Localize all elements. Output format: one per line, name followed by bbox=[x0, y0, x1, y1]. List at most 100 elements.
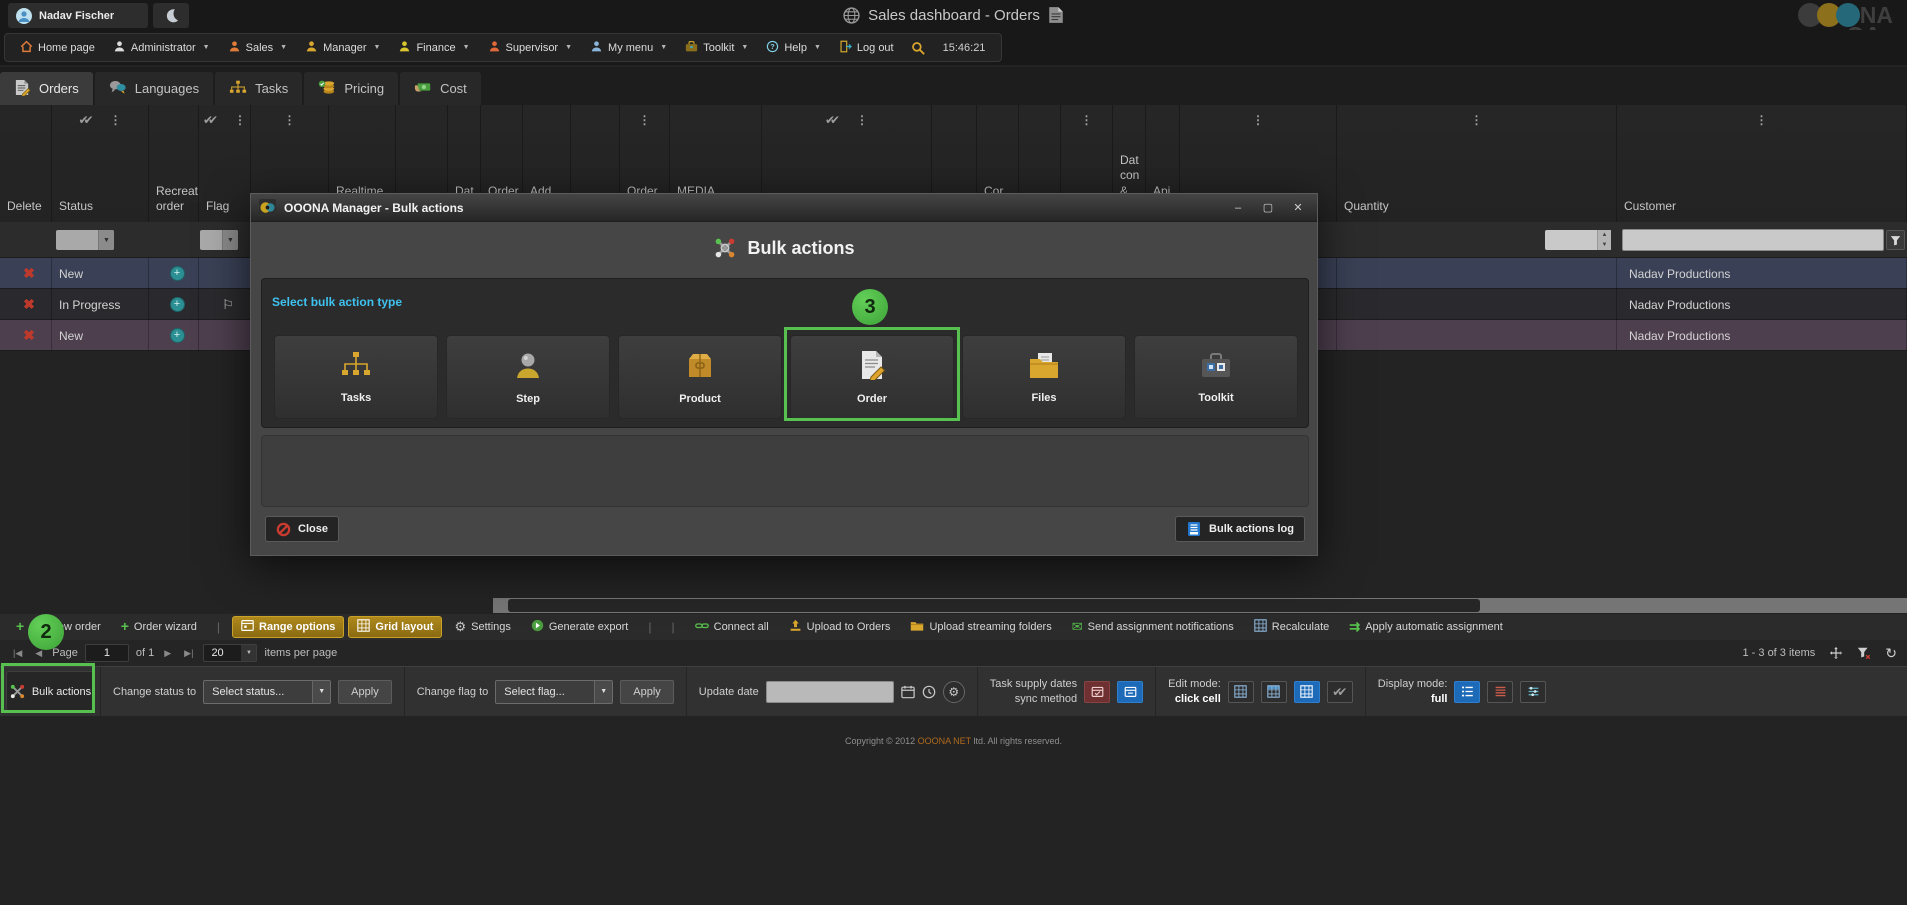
spin-down-icon[interactable]: ▼ bbox=[1598, 240, 1611, 250]
bulk-action-tile-product[interactable]: Product bbox=[618, 335, 782, 419]
edit-mode-grid-button-2[interactable] bbox=[1261, 681, 1287, 703]
sync-method-auto-button[interactable] bbox=[1117, 681, 1143, 703]
column-menu-icon[interactable]: ⋮ bbox=[639, 113, 651, 127]
delete-row-icon[interactable]: ✖ bbox=[23, 265, 35, 282]
dialog-title-bar[interactable]: OOONA Manager - Bulk actions – ▢ ✕ bbox=[251, 194, 1317, 222]
toolbar-recalculate-button[interactable]: Recalculate bbox=[1246, 617, 1337, 637]
apply-status-button[interactable]: Apply bbox=[338, 680, 392, 704]
calendar-icon[interactable] bbox=[901, 685, 915, 699]
clear-filters-icon[interactable] bbox=[1857, 646, 1871, 660]
last-page-button[interactable]: ▶| bbox=[181, 648, 196, 659]
toolbar-upload-to-orders-button[interactable]: Upload to Orders bbox=[781, 617, 899, 637]
toolbar-send-assignment-notifications-button[interactable]: ✉Send assignment notifications bbox=[1064, 617, 1242, 637]
bulk-actions-button[interactable]: Bulk actions bbox=[6, 671, 94, 713]
search-icon[interactable] bbox=[903, 41, 933, 55]
menu-item-log-out[interactable]: Log out bbox=[830, 34, 903, 61]
toolbar-generate-export-button[interactable]: Generate export bbox=[523, 617, 637, 637]
orders-doc-icon[interactable] bbox=[1048, 6, 1064, 24]
update-date-input[interactable] bbox=[766, 681, 894, 703]
column-menu-icon[interactable]: ⋮ bbox=[1252, 113, 1264, 127]
select-status-dropdown[interactable]: Select status... ▼ bbox=[203, 680, 331, 704]
page-number-input[interactable] bbox=[85, 644, 129, 662]
bulk-actions-log-button[interactable]: Bulk actions log bbox=[1175, 516, 1305, 542]
bulk-action-tile-files[interactable]: Files bbox=[962, 335, 1126, 419]
bulk-action-tile-toolkit[interactable]: Toolkit bbox=[1134, 335, 1298, 419]
recreate-order-icon[interactable]: + bbox=[170, 297, 185, 312]
refresh-icon[interactable]: ↻ bbox=[1885, 645, 1897, 662]
column-menu-icon[interactable]: ⋮ bbox=[1756, 113, 1768, 127]
delete-row-icon[interactable]: ✖ bbox=[23, 327, 35, 344]
menu-item-my-menu[interactable]: My menu▼ bbox=[581, 34, 676, 61]
customer-filter-funnel-button[interactable] bbox=[1886, 230, 1905, 250]
menu-item-help[interactable]: ?Help▼ bbox=[757, 34, 830, 61]
spin-up-icon[interactable]: ▲ bbox=[1598, 230, 1611, 240]
items-per-page-dropdown[interactable]: 20 ▼ bbox=[203, 644, 257, 662]
column-header-flag[interactable]: ✔✔⋮Flag bbox=[199, 105, 251, 222]
date-settings-gear-icon[interactable]: ⚙ bbox=[943, 681, 965, 703]
pan-icon[interactable] bbox=[1829, 646, 1843, 660]
tab-orders[interactable]: Orders bbox=[0, 72, 93, 105]
clock-icon[interactable] bbox=[922, 685, 936, 699]
display-mode-split-button[interactable] bbox=[1520, 681, 1546, 703]
edit-mode-confirm-button[interactable]: ✔✔ bbox=[1327, 681, 1353, 703]
prev-page-button[interactable]: ◀ bbox=[32, 648, 45, 659]
display-mode-full-button[interactable] bbox=[1454, 681, 1480, 703]
display-mode-compact-button[interactable] bbox=[1487, 681, 1513, 703]
flag-filter-dropdown[interactable]: ▼ bbox=[200, 230, 238, 250]
toolbar-add-new-order-button[interactable]: +Add new order bbox=[8, 619, 109, 636]
menu-item-manager[interactable]: Manager▼ bbox=[296, 34, 389, 61]
bulk-action-tile-tasks[interactable]: Tasks bbox=[274, 335, 438, 419]
tab-languages[interactable]: Languages bbox=[95, 72, 213, 105]
menu-item-supervisor[interactable]: Supervisor▼ bbox=[479, 34, 582, 61]
recreate-order-icon[interactable]: + bbox=[170, 266, 185, 281]
column-header-recreat[interactable]: Recreat order bbox=[149, 105, 199, 222]
menu-item-home-page[interactable]: Home page bbox=[11, 34, 104, 61]
maximize-button[interactable]: ▢ bbox=[1257, 198, 1279, 218]
column-header-delete[interactable]: Delete bbox=[0, 105, 52, 222]
toolbar-grid-layout-button[interactable]: Grid layout bbox=[348, 616, 442, 638]
column-menu-icon[interactable]: ⋮ bbox=[234, 113, 246, 127]
menu-item-administrator[interactable]: Administrator▼ bbox=[104, 34, 219, 61]
sync-method-manual-button[interactable] bbox=[1084, 681, 1110, 703]
column-menu-icon[interactable]: ⋮ bbox=[1471, 113, 1483, 127]
column-header-quantity[interactable]: ⋮Quantity bbox=[1337, 105, 1617, 222]
toolbar-upload-streaming-folders-button[interactable]: Upload streaming folders bbox=[902, 618, 1059, 637]
apply-flag-button[interactable]: Apply bbox=[620, 680, 674, 704]
menu-item-finance[interactable]: Finance▼ bbox=[389, 34, 478, 61]
tab-pricing[interactable]: Pricing bbox=[304, 72, 398, 105]
tab-cost[interactable]: Cost bbox=[400, 72, 481, 105]
toolbar-apply-automatic-assignment-button[interactable]: ⇉Apply automatic assignment bbox=[1341, 617, 1510, 637]
menu-item-toolkit[interactable]: Toolkit▼ bbox=[676, 34, 757, 61]
quantity-filter-spinner[interactable]: ▲▼ bbox=[1545, 230, 1611, 250]
footer-brand-link[interactable]: OOONA NET bbox=[918, 736, 971, 746]
first-page-button[interactable]: |◀ bbox=[10, 648, 25, 659]
edit-mode-click-cell-button[interactable] bbox=[1294, 681, 1320, 703]
column-menu-icon[interactable]: ⋮ bbox=[856, 113, 868, 127]
delete-row-icon[interactable]: ✖ bbox=[23, 296, 35, 313]
column-menu-icon[interactable]: ⋮ bbox=[284, 113, 296, 127]
flag-icon[interactable]: ⚐ bbox=[222, 297, 234, 313]
select-all-check-icon[interactable]: ✔✔ bbox=[825, 113, 840, 127]
recreate-order-icon[interactable]: + bbox=[170, 328, 185, 343]
customer-filter-input[interactable] bbox=[1622, 229, 1884, 251]
menu-item-sales[interactable]: Sales▼ bbox=[219, 34, 296, 61]
status-filter-dropdown[interactable]: ▼ bbox=[56, 230, 114, 250]
column-header-status[interactable]: ✔✔⋮Status bbox=[52, 105, 149, 222]
toolbar-settings-button[interactable]: ⚙Settings bbox=[446, 617, 518, 637]
column-menu-icon[interactable]: ⋮ bbox=[1081, 113, 1093, 127]
toolbar-connect-all-button[interactable]: Connect all bbox=[687, 617, 777, 637]
select-flag-dropdown[interactable]: Select flag... ▼ bbox=[495, 680, 613, 704]
select-all-check-icon[interactable]: ✔✔ bbox=[78, 113, 93, 127]
toolbar-range-options-button[interactable]: Range options bbox=[232, 616, 344, 638]
column-header-customer[interactable]: ⋮Customer bbox=[1617, 105, 1907, 222]
next-page-button[interactable]: ▶ bbox=[161, 648, 174, 659]
toolbar-order-wizard-button[interactable]: +Order wizard bbox=[113, 619, 205, 636]
horizontal-scrollbar-thumb[interactable] bbox=[508, 599, 1480, 612]
bulk-action-tile-step[interactable]: Step bbox=[446, 335, 610, 419]
minimize-button[interactable]: – bbox=[1227, 198, 1249, 218]
select-all-check-icon[interactable]: ✔✔ bbox=[203, 113, 218, 127]
tab-tasks[interactable]: Tasks bbox=[215, 72, 302, 105]
close-window-button[interactable]: ✕ bbox=[1287, 198, 1309, 218]
column-menu-icon[interactable]: ⋮ bbox=[110, 113, 122, 127]
bulk-action-tile-order[interactable]: Order bbox=[790, 335, 954, 419]
